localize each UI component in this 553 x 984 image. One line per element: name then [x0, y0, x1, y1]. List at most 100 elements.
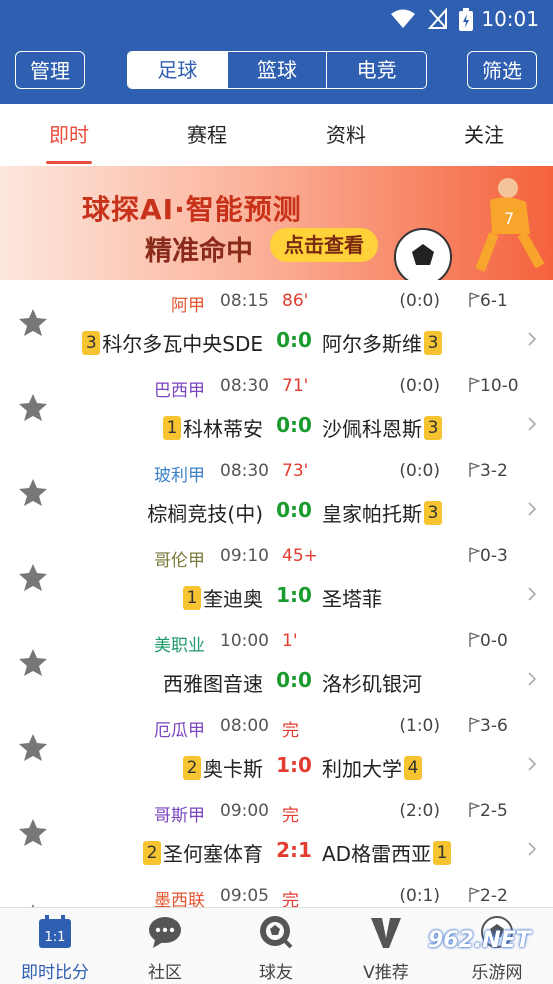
match-row[interactable]: 阿甲 08:15 86' (0:0) 6-1 3 科尔多瓦中央SDE 0:0 阿尔多斯维 3: [0, 281, 553, 367]
league-name: 巴西甲: [154, 381, 205, 401]
nav-v-recommend[interactable]: V推荐: [331, 908, 441, 984]
corner-flag-icon: [469, 547, 481, 562]
corner-count-value: 3-2: [480, 461, 508, 481]
kickoff-time: 09:05: [220, 886, 269, 906]
home-team: 棕榈竞技(中): [147, 498, 263, 527]
favorite-star-icon[interactable]: [18, 732, 48, 762]
tab-data[interactable]: 资料: [277, 104, 415, 166]
corner-flag-icon: [469, 632, 481, 647]
banner-cta-button[interactable]: 点击查看: [270, 228, 378, 262]
corner-count: 2-2: [468, 886, 508, 906]
corner-count: 0-0: [468, 631, 508, 651]
banner-subline: 精准命中: [145, 236, 253, 267]
corner-count-value: 0-0: [480, 631, 508, 651]
calendar-icon: 1:1: [39, 915, 71, 948]
corner-count-value: 2-5: [480, 801, 508, 821]
away-team-name: 阿尔多斯维: [322, 332, 422, 356]
home-rank-badge: 1: [163, 415, 181, 440]
home-rank-badge: 1: [183, 585, 201, 610]
half-time-score: (0:0): [399, 291, 440, 311]
match-row[interactable]: 哥斯甲 09:00 完 (2:0) 2-5 2 圣何塞体育 2:1 AD格雷西亚 1: [0, 791, 553, 877]
kickoff-time: 09:00: [220, 801, 269, 821]
away-team: 皇家帕托斯 3: [322, 498, 444, 527]
match-row[interactable]: 墨西联 09:05 完 (0:1) 2-2: [0, 876, 553, 907]
away-team: 阿尔多斯维 3: [322, 328, 444, 357]
chevron-right-icon[interactable]: [525, 586, 539, 601]
away-team-name: 洛杉矶银河: [322, 672, 422, 696]
chevron-right-icon[interactable]: [525, 841, 539, 856]
home-team: 2 圣何塞体育: [141, 838, 263, 867]
favorite-star-icon[interactable]: [18, 392, 48, 422]
filter-button[interactable]: 筛选: [467, 51, 537, 89]
corner-count: 10-0: [468, 376, 519, 396]
tab-following[interactable]: 关注: [415, 104, 553, 166]
favorite-star-icon[interactable]: [18, 477, 48, 507]
manage-button[interactable]: 管理: [15, 51, 85, 89]
tab-schedule[interactable]: 赛程: [138, 104, 276, 166]
chevron-right-icon[interactable]: [525, 756, 539, 771]
match-row[interactable]: 玻利甲 08:30 73' (0:0) 3-2 棕榈竞技(中) 0:0 皇家帕托斯 3: [0, 451, 553, 537]
home-rank-badge: 3: [82, 330, 101, 355]
v-icon: [371, 918, 401, 948]
league-name: 厄瓜甲: [154, 721, 205, 741]
nav-live-score[interactable]: 1:1 即时比分: [0, 908, 110, 984]
nav-more-label: 乐游网: [471, 963, 523, 983]
chevron-right-icon[interactable]: [525, 671, 539, 686]
corner-flag-icon: [469, 717, 481, 732]
home-team-name: 科林蒂安: [183, 417, 263, 441]
bottom-nav: 1:1 即时比分 社区 球友 V推荐 乐游网 962.NET: [0, 907, 553, 984]
corner-count: 2-5: [468, 801, 508, 821]
league-name: 阿甲: [171, 296, 205, 316]
league-name: 玻利甲: [154, 466, 205, 486]
nav-community-label: 社区: [148, 963, 182, 983]
kickoff-time: 08:15: [220, 291, 269, 311]
match-minute: 45+: [282, 546, 318, 566]
favorite-star-icon[interactable]: [18, 647, 48, 677]
league-name: 哥斯甲: [154, 806, 205, 826]
nav-live-score-label: 即时比分: [21, 963, 89, 983]
match-row[interactable]: 哥伦甲 09:10 45+ 0-3 1 奎迪奥 1:0 圣塔菲: [0, 536, 553, 622]
away-team-name: 皇家帕托斯: [322, 502, 422, 526]
watermark: 962.NET: [428, 928, 531, 953]
home-team: 1 奎迪奥: [181, 583, 263, 612]
favorite-star-icon[interactable]: [18, 562, 48, 592]
nav-friends-label: 球友: [259, 963, 293, 983]
match-minute: 完: [282, 721, 299, 741]
away-rank-badge: 3: [424, 415, 442, 440]
match-row[interactable]: 美职业 10:00 1' 0-0 西雅图音速 0:0 洛杉矶银河: [0, 621, 553, 707]
chevron-right-icon[interactable]: [525, 331, 539, 346]
chevron-right-icon[interactable]: [525, 501, 539, 516]
tab-live[interactable]: 即时: [0, 104, 138, 166]
favorite-star-icon[interactable]: [18, 817, 48, 847]
corner-count-value: 10-0: [480, 376, 519, 396]
nav-community[interactable]: 社区: [110, 908, 220, 984]
match-row[interactable]: 厄瓜甲 08:00 完 (1:0) 3-6 2 奥卡斯 1:0 利加大学 4: [0, 706, 553, 792]
home-team: 3 科尔多瓦中央SDE: [80, 328, 263, 357]
tab-bar: 即时 赛程 资料 关注: [0, 104, 553, 167]
ai-prediction-banner[interactable]: 球探AI·智能预测 精准命中 点击查看 7: [0, 166, 553, 280]
home-rank-badge: 2: [183, 755, 201, 780]
chevron-right-icon[interactable]: [525, 416, 539, 431]
player-illustration-icon: 7: [475, 178, 545, 272]
match-minute: 完: [282, 806, 299, 826]
away-rank-badge: 1: [433, 840, 452, 865]
corner-flag-icon: [469, 377, 481, 392]
match-score: 0:0: [276, 413, 312, 437]
home-team-name: 西雅图音速: [163, 672, 263, 696]
match-score: 0:0: [276, 328, 312, 352]
match-list: 阿甲 08:15 86' (0:0) 6-1 3 科尔多瓦中央SDE 0:0 阿尔多斯维 3 巴西甲…: [0, 281, 553, 907]
soccer-ball-icon: [394, 228, 452, 280]
status-bar: 10:01: [0, 0, 553, 38]
match-row[interactable]: 巴西甲 08:30 71' (0:0) 10-0 1 科林蒂安 0:0 沙佩科恩斯 3: [0, 366, 553, 452]
match-score: 0:0: [276, 498, 312, 522]
sport-basketball[interactable]: 篮球: [226, 52, 327, 88]
sport-esports[interactable]: 电竞: [326, 52, 426, 88]
corner-count-value: 6-1: [480, 291, 508, 311]
favorite-star-icon[interactable]: [18, 307, 48, 337]
nav-friends[interactable]: 球友: [221, 908, 331, 984]
ball-search-icon: [260, 916, 293, 949]
chat-bubble-icon: [149, 917, 181, 948]
sport-football[interactable]: 足球: [128, 52, 227, 88]
away-team-name: 利加大学: [322, 757, 402, 781]
wifi-icon: [391, 9, 415, 28]
